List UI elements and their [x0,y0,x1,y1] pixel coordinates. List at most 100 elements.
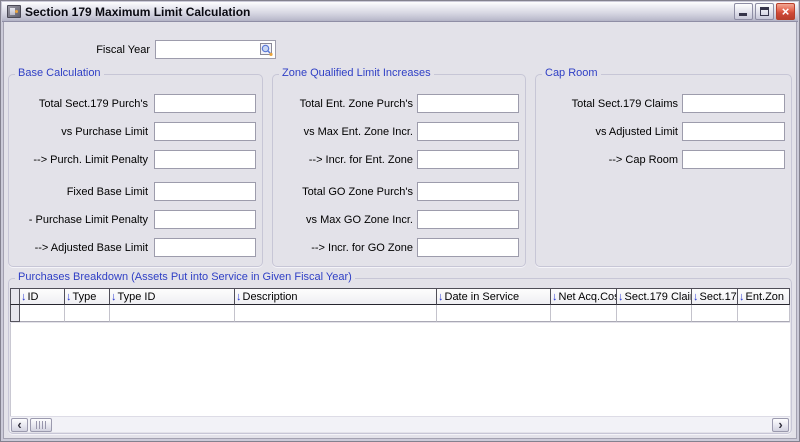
titlebar[interactable]: Section 179 Maximum Limit Calculation × [2,2,798,22]
minus-purchase-limit-penalty-label: - Purchase Limit Penalty [9,214,148,226]
minus-purchase-limit-penalty-input[interactable] [154,210,256,229]
group-purchases-breakdown: Purchases Breakdown (Assets Put into Ser… [8,278,792,434]
fiscal-year-input[interactable] [155,40,276,59]
close-button[interactable]: × [776,3,795,20]
row-selector-cell[interactable] [10,305,20,322]
total-ent-zone-purchs-label: Total Ent. Zone Purch's [273,98,413,110]
cell-net-acq-cost[interactable] [551,305,617,322]
adjusted-base-limit-input[interactable] [154,238,256,257]
column-header-sect179-claim[interactable]: ↓Sect.179 Clair [617,288,692,305]
column-header-description[interactable]: ↓Description [235,288,437,305]
purch-limit-penalty-label: --> Purch. Limit Penalty [9,154,148,166]
cell-description[interactable] [235,305,437,322]
sort-descending-icon: ↓ [552,291,558,303]
window-icon [7,5,21,18]
maximize-icon [760,7,769,16]
cap-room-input[interactable] [682,150,785,169]
total-go-zone-purchs-label: Total GO Zone Purch's [273,186,413,198]
column-header-ent-zone-label: Ent.Zon [746,291,785,303]
column-header-id[interactable]: ↓ID [20,288,65,305]
column-header-type[interactable]: ↓Type [65,288,110,305]
total-go-zone-purchs-input[interactable] [417,182,519,201]
fixed-base-limit-label: Fixed Base Limit [9,186,148,198]
column-header-sect179-claim-label: Sect.179 Clair [625,291,693,303]
column-header-selector[interactable] [10,288,20,305]
vs-adjusted-limit-input[interactable] [682,122,785,141]
scrollbar-track[interactable] [52,418,772,432]
group-cap-room: Cap Room Total Sect.179 Claims vs Adjust… [535,74,792,267]
sort-descending-icon: ↓ [438,291,444,303]
column-header-type-label: Type [73,291,97,303]
cell-sect17[interactable] [692,305,738,322]
sort-descending-icon: ↓ [739,291,745,303]
purchases-breakdown-title: Purchases Breakdown (Assets Put into Ser… [15,271,355,283]
vs-max-go-zone-incr-input[interactable] [417,210,519,229]
group-zone-title: Zone Qualified Limit Increases [279,67,434,79]
fiscal-year-label: Fiscal Year [0,44,150,56]
vs-adjusted-limit-label: vs Adjusted Limit [536,126,678,138]
maximize-button[interactable] [755,3,774,20]
app-window: Section 179 Maximum Limit Calculation × … [0,0,800,442]
column-header-type-id-label: Type ID [118,291,156,303]
incr-for-go-zone-label: --> Incr. for GO Zone [273,242,413,254]
incr-for-ent-zone-input[interactable] [417,150,519,169]
fixed-base-limit-input[interactable] [154,182,256,201]
grid-empty-area [10,323,790,418]
vs-max-ent-zone-incr-label: vs Max Ent. Zone Incr. [273,126,413,138]
total-ent-zone-purchs-input[interactable] [417,94,519,113]
column-header-date-in-service-label: Date in Service [445,291,520,303]
cell-date-in-service[interactable] [437,305,551,322]
total-sect179-claims-input[interactable] [682,94,785,113]
column-header-sect17[interactable]: ↓Sect.17 [692,288,738,305]
cap-room-label: --> Cap Room [536,154,678,166]
sort-descending-icon: ↓ [21,291,27,303]
incr-for-go-zone-input[interactable] [417,238,519,257]
scroll-right-button[interactable]: › [772,418,789,432]
cell-type[interactable] [65,305,110,322]
close-icon: × [782,4,790,19]
total-sect179-claims-label: Total Sect.179 Claims [536,98,678,110]
window-title: Section 179 Maximum Limit Calculation [25,5,734,19]
cell-sect179-claim[interactable] [617,305,692,322]
horizontal-scrollbar[interactable]: ‹ › [10,416,790,432]
scroll-right-icon: › [778,417,782,432]
vs-purchase-limit-input[interactable] [154,122,256,141]
sort-descending-icon: ↓ [66,291,72,303]
scrollbar-grip-icon [36,421,47,429]
minimize-button[interactable] [734,3,753,20]
group-base-calculation-title: Base Calculation [15,67,104,79]
group-base-calculation: Base Calculation Total Sect.179 Purch's … [8,74,263,267]
group-cap-room-title: Cap Room [542,67,601,79]
purch-limit-penalty-input[interactable] [154,150,256,169]
column-header-sect17-label: Sect.17 [700,291,737,303]
grid-header-row: ↓ID ↓Type ↓Type ID ↓Description ↓Date in… [10,288,790,305]
cell-id[interactable] [20,305,65,322]
vs-max-go-zone-incr-label: vs Max GO Zone Incr. [273,214,413,226]
sort-descending-icon: ↓ [111,291,117,303]
sort-descending-icon: ↓ [236,291,242,303]
column-header-ent-zone[interactable]: ↓Ent.Zon [738,288,790,305]
purchases-grid: ↓ID ↓Type ↓Type ID ↓Description ↓Date in… [10,288,790,322]
table-row [10,305,790,322]
column-header-date-in-service[interactable]: ↓Date in Service [437,288,551,305]
scroll-left-icon: ‹ [17,417,21,432]
sort-descending-icon: ↓ [693,291,699,303]
fiscal-year-field [155,40,276,59]
adjusted-base-limit-label: --> Adjusted Base Limit [9,242,148,254]
vs-purchase-limit-label: vs Purchase Limit [9,126,148,138]
minimize-icon [739,13,747,16]
column-header-net-acq-cost-label: Net Acq.Cos [559,291,618,303]
vs-max-ent-zone-incr-input[interactable] [417,122,519,141]
column-header-net-acq-cost[interactable]: ↓Net Acq.Cos [551,288,617,305]
total-sect179-purchs-label: Total Sect.179 Purch's [9,98,148,110]
incr-for-ent-zone-label: --> Incr. for Ent. Zone [273,154,413,166]
column-header-id-label: ID [28,291,39,303]
total-sect179-purchs-input[interactable] [154,94,256,113]
cell-type-id[interactable] [110,305,235,322]
lookup-icon[interactable] [259,42,274,57]
scroll-left-button[interactable]: ‹ [11,418,28,432]
column-header-type-id[interactable]: ↓Type ID [110,288,235,305]
scrollbar-thumb[interactable] [30,418,52,432]
cell-ent-zone[interactable] [738,305,790,322]
sort-descending-icon: ↓ [618,291,624,303]
